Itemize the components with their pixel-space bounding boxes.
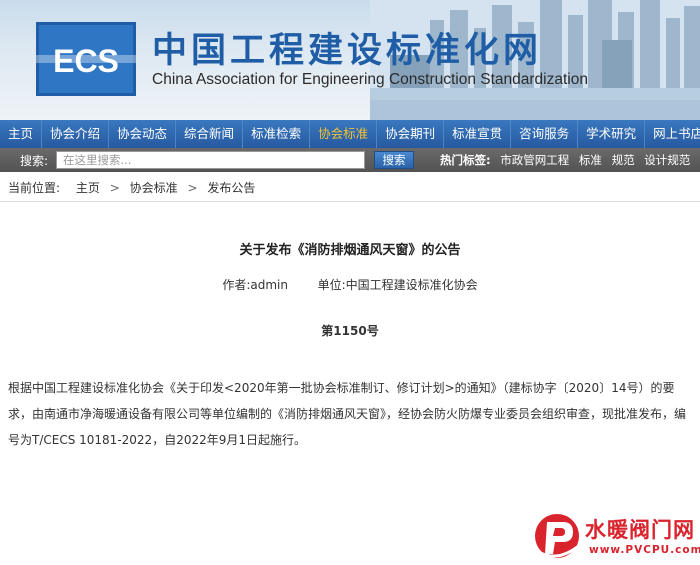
breadcrumb-announcements[interactable]: 发布公告	[207, 181, 255, 195]
article-title: 关于发布《消防排烟通风天窗》的公告	[239, 243, 461, 258]
breadcrumb-standards[interactable]: 协会标准	[130, 181, 178, 195]
article-unit: 单位:中国工程建设标准化协会	[317, 278, 478, 292]
nav-item-standard-search[interactable]: 标准检索	[243, 120, 311, 148]
nav-item-research[interactable]: 学术研究	[578, 120, 646, 148]
nav-item-home[interactable]: 主页	[0, 120, 43, 148]
nav-item-about[interactable]: 协会介绍	[42, 120, 110, 148]
hot-tag-link[interactable]: 市政管网工程	[500, 153, 569, 167]
search-label: 搜索:	[20, 154, 49, 168]
article-meta: 作者:admin 单位:中国工程建设标准化协会	[0, 276, 700, 293]
watermark-text: 水暖阀门网	[585, 518, 695, 542]
nav-item-promotion[interactable]: 标准宣贯	[444, 120, 512, 148]
nav-item-journal[interactable]: 协会期刊	[377, 120, 445, 148]
nav-item-news[interactable]: 协会动态	[109, 120, 177, 148]
hot-tag-link[interactable]: 标准	[579, 153, 602, 167]
site-banner: ECS 中国工程建设标准化网 China Association for Eng…	[0, 0, 700, 120]
breadcrumb-home[interactable]: 主页	[76, 181, 100, 195]
document-number: 第1150号	[321, 324, 379, 338]
nav-item-consulting[interactable]: 咨询服务	[511, 120, 579, 148]
divider	[0, 201, 700, 202]
nav-item-bookstore[interactable]: 网上书店	[645, 120, 700, 148]
ecs-logo: ECS	[36, 22, 136, 96]
watermark-url: www.PVCPU.com	[589, 544, 700, 556]
nav-item-association-standards[interactable]: 协会标准	[310, 120, 378, 148]
article-body: 根据中国工程建设标准化协会《关于印发<2020年第一批协会标准制订、修订计划>的…	[8, 381, 687, 447]
breadcrumb-separator: >	[109, 181, 120, 195]
nav-item-general-news[interactable]: 综合新闻	[176, 120, 244, 148]
breadcrumb: 当前位置: 主页 > 协会标准 > 发布公告	[0, 176, 700, 200]
site-title-cn: 中国工程建设标准化网	[152, 30, 543, 71]
search-button[interactable]: 搜索	[374, 151, 414, 169]
site-title-en: China Association for Engineering Constr…	[152, 71, 588, 88]
hot-tags: 热门标签: 市政管网工程 标准 规范 设计规范 防火	[440, 152, 700, 168]
article-author: 作者:admin	[222, 278, 288, 292]
main-nav: 主页 协会介绍 协会动态 综合新闻 标准检索 协会标准 协会期刊 标准宣贯 咨询…	[0, 120, 700, 148]
logo-text: ECS	[53, 43, 119, 79]
breadcrumb-prefix: 当前位置:	[8, 181, 61, 195]
search-input[interactable]	[56, 151, 365, 169]
hot-tag-link[interactable]: 规范	[612, 153, 635, 167]
hot-tag-link[interactable]: 设计规范	[644, 153, 690, 167]
hot-tags-title: 热门标签:	[440, 153, 491, 167]
breadcrumb-separator: >	[187, 181, 198, 195]
search-bar: 搜索: 搜索 热门标签: 市政管网工程 标准 规范 设计规范 防火	[0, 148, 700, 172]
